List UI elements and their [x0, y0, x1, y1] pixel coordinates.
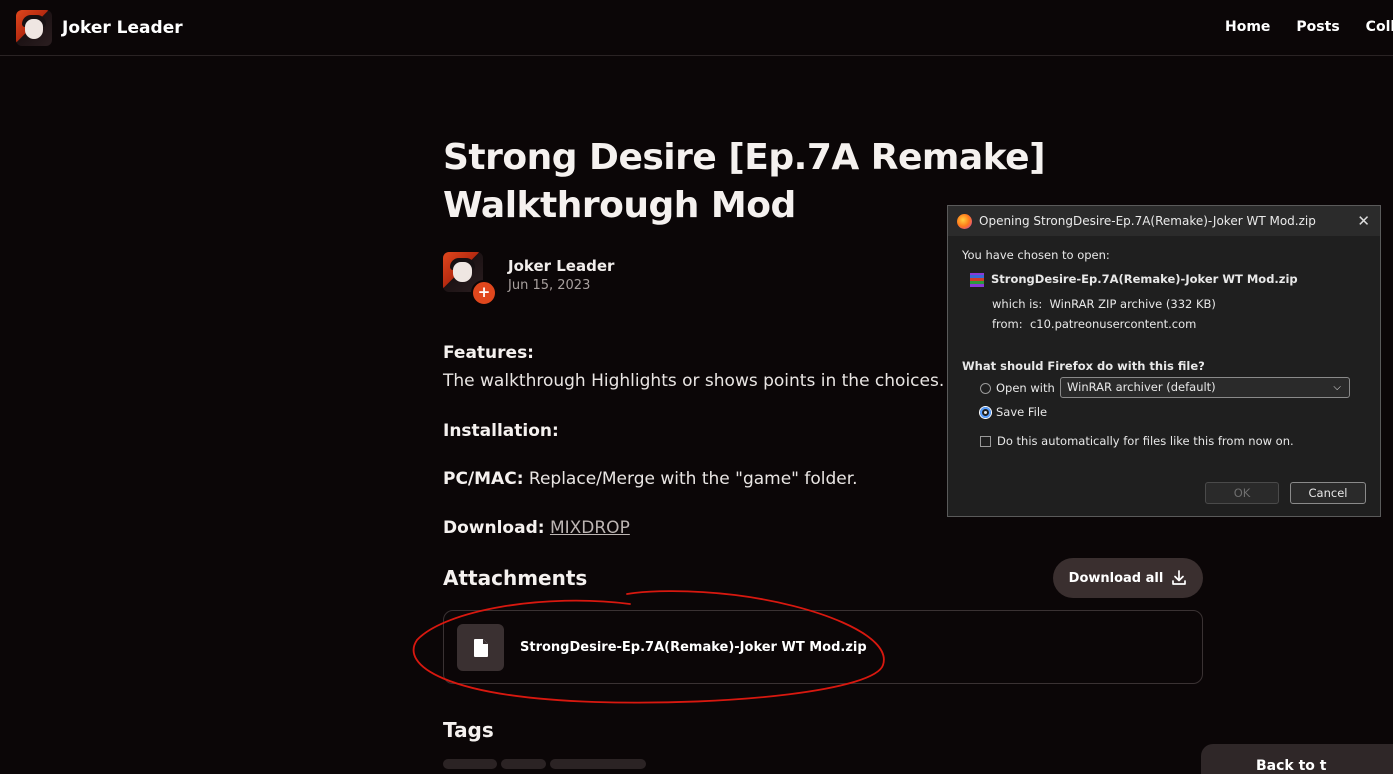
author-row: + Joker Leader Jun 15, 2023	[443, 252, 614, 306]
brand-name: Joker Leader	[62, 18, 183, 38]
post-date: Jun 15, 2023	[508, 278, 591, 293]
red-annotation-circle	[412, 590, 885, 704]
brand[interactable]: Joker Leader	[16, 10, 183, 46]
firefox-icon	[957, 213, 972, 229]
which-is-label: which is:	[992, 297, 1043, 311]
nav-posts[interactable]: Posts	[1296, 19, 1339, 35]
auto-checkbox-row[interactable]: Do this automatically for files like thi…	[980, 434, 1294, 448]
features-text: The walkthrough Highlights or shows poin…	[443, 371, 945, 391]
download-label: Download:	[443, 518, 545, 538]
cancel-button[interactable]: Cancel	[1290, 482, 1366, 504]
brand-logo	[16, 10, 52, 46]
nav-home[interactable]: Home	[1225, 19, 1270, 35]
author-avatar[interactable]: +	[443, 252, 497, 306]
mixdrop-link[interactable]: MIXDROP	[550, 518, 630, 538]
winrar-zip-icon	[970, 272, 984, 287]
firefox-download-dialog: Opening StrongDesire-Ep.7A(Remake)-Joker…	[947, 205, 1381, 517]
which-is-row: which is: WinRAR ZIP archive (332 KB)	[992, 297, 1216, 311]
from-row: from: c10.patreonusercontent.com	[992, 317, 1196, 331]
tags-heading: Tags	[443, 718, 494, 742]
author-name[interactable]: Joker Leader	[508, 257, 614, 275]
features-label: Features:	[443, 343, 534, 363]
pc-mac-line: PC/MAC: Replace/Merge with the "game" fo…	[443, 469, 858, 489]
pc-mac-text: Replace/Merge with the "game" folder.	[523, 469, 858, 489]
auto-label: Do this automatically for files like thi…	[997, 434, 1294, 448]
dialog-file-row: StrongDesire-Ep.7A(Remake)-Joker WT Mod.…	[970, 272, 1298, 287]
open-with-option[interactable]: Open with	[980, 381, 1055, 395]
chevron-down-icon: ⌵	[1333, 382, 1341, 393]
dialog-titlebar: Opening StrongDesire-Ep.7A(Remake)-Joker…	[948, 206, 1380, 236]
download-all-label: Download all	[1068, 570, 1164, 586]
save-file-option[interactable]: Save File	[980, 405, 1047, 419]
which-is-value: WinRAR ZIP archive (332 KB)	[1049, 297, 1216, 311]
open-with-radio[interactable]	[980, 383, 991, 394]
open-with-label: Open with	[996, 381, 1055, 395]
nav-collections[interactable]: Collecti	[1366, 19, 1393, 35]
ok-button[interactable]: OK	[1205, 482, 1279, 504]
pc-mac-label: PC/MAC:	[443, 469, 524, 489]
open-with-value: WinRAR archiver (default)	[1067, 380, 1216, 394]
tag-chip[interactable]	[550, 759, 646, 769]
close-icon[interactable]: ✕	[1357, 212, 1370, 230]
download-line: Download: MIXDROP	[443, 518, 630, 538]
dialog-file-name: StrongDesire-Ep.7A(Remake)-Joker WT Mod.…	[991, 272, 1298, 286]
from-label: from:	[992, 317, 1023, 331]
dialog-question: What should Firefox do with this file?	[962, 359, 1205, 373]
installation-label: Installation:	[443, 421, 559, 441]
back-to-top-button[interactable]: Back to t	[1201, 744, 1393, 774]
top-bar: Joker Leader Home Posts Collecti	[0, 0, 1393, 56]
features-block: Features: The walkthrough Highlights or …	[443, 343, 944, 391]
chosen-label: You have chosen to open:	[962, 248, 1110, 262]
open-with-select[interactable]: WinRAR archiver (default) ⌵	[1060, 377, 1350, 398]
tag-chip[interactable]	[443, 759, 497, 769]
main-nav: Home Posts Collecti	[1225, 19, 1393, 35]
auto-checkbox[interactable]	[980, 436, 991, 447]
save-file-radio[interactable]	[980, 407, 991, 418]
follow-plus-icon[interactable]: +	[471, 280, 497, 306]
download-icon	[1172, 570, 1187, 585]
save-file-label: Save File	[996, 405, 1048, 419]
dialog-title: Opening StrongDesire-Ep.7A(Remake)-Joker…	[979, 214, 1316, 228]
download-all-button[interactable]: Download all	[1053, 558, 1203, 598]
from-value: c10.patreonusercontent.com	[1029, 317, 1197, 331]
tag-chip[interactable]	[501, 759, 546, 769]
